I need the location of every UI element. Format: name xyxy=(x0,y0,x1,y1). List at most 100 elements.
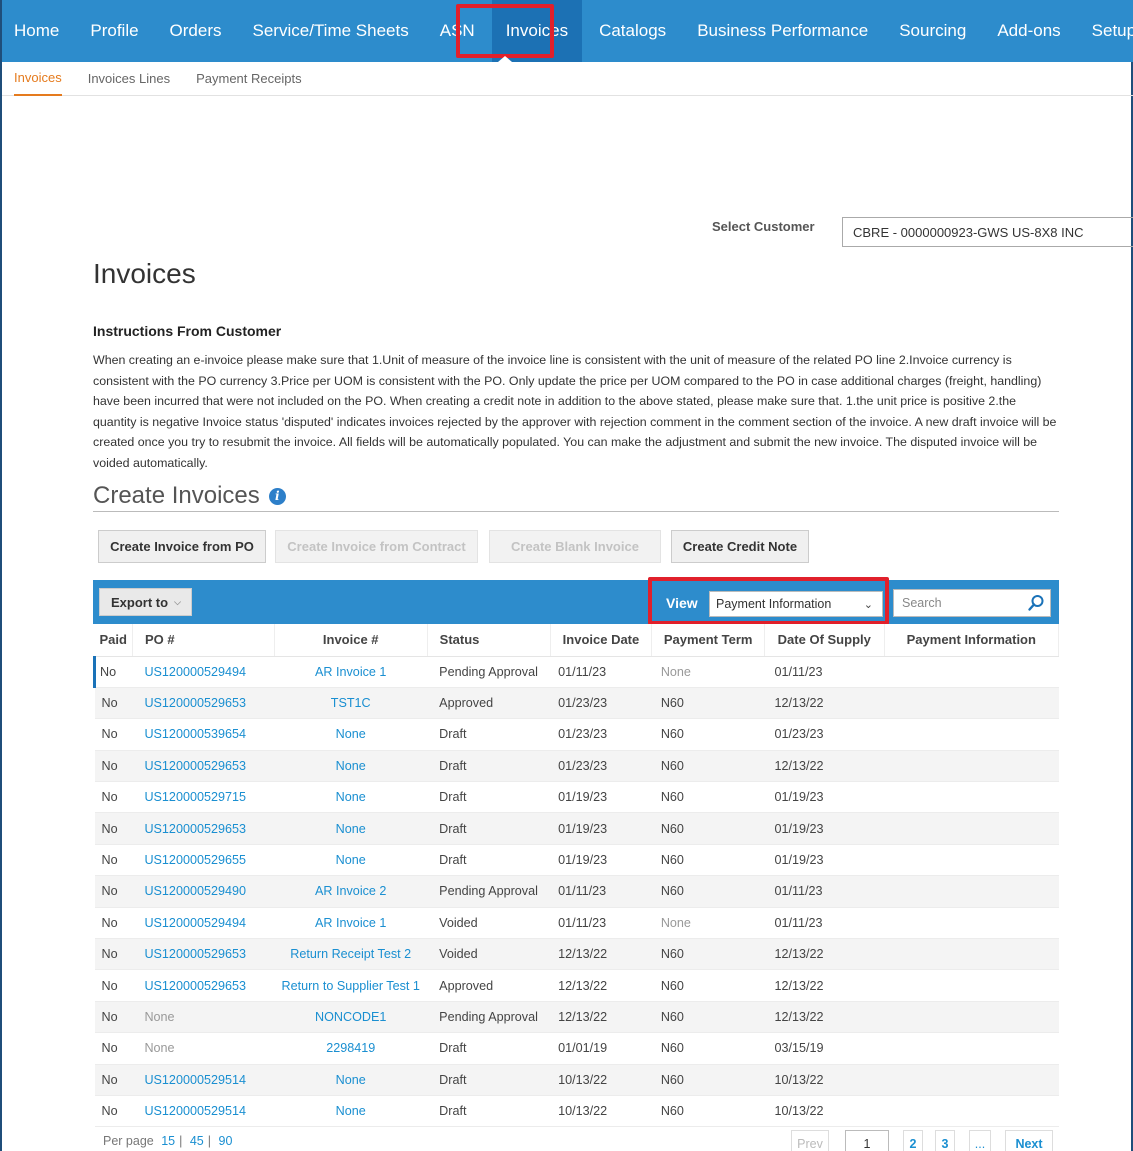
cell-po-number[interactable]: US120000529514 xyxy=(132,1095,275,1128)
table-row[interactable]: No US120000529653 Return Receipt Test 2 Voi… xyxy=(94,938,1059,971)
cell-invoice-number[interactable]: NONCODE1 xyxy=(274,1001,428,1034)
cell-po-number[interactable]: US120000529653 xyxy=(132,750,275,783)
subtab-payment-receipts[interactable]: Payment Receipts xyxy=(196,62,302,96)
column-header-invoice-date[interactable]: Invoice Date xyxy=(550,624,653,657)
cell-paid: No xyxy=(94,687,133,720)
column-header-status[interactable]: Status xyxy=(427,624,551,657)
cell-status: Approved xyxy=(427,687,551,720)
cell-po-number[interactable]: US120000529653 xyxy=(132,969,275,1002)
nav-profile[interactable]: Profile xyxy=(90,0,138,62)
cell-po-number[interactable]: US120000529655 xyxy=(132,844,275,877)
cell-invoice-number[interactable]: None xyxy=(274,812,428,845)
search-icon[interactable] xyxy=(1027,594,1045,612)
cell-po-number[interactable]: US120000529715 xyxy=(132,781,275,814)
next-page-button[interactable]: Next xyxy=(1005,1130,1053,1151)
cell-payment-information xyxy=(884,938,1059,971)
nav-setup[interactable]: Setup xyxy=(1092,0,1133,62)
table-row[interactable]: No US120000529655 None Draft 01/19/23 N60 01/1… xyxy=(94,844,1059,877)
cell-po-number[interactable]: US120000529494 xyxy=(132,907,275,940)
cell-invoice-number[interactable]: None xyxy=(274,781,428,814)
subtab-invoices-lines[interactable]: Invoices Lines xyxy=(88,62,170,96)
select-customer-label: Select Customer xyxy=(712,219,815,234)
nav-add-ons[interactable]: Add-ons xyxy=(997,0,1060,62)
cell-invoice-number[interactable]: None xyxy=(274,718,428,751)
cell-invoice-number[interactable]: Return Receipt Test 2 xyxy=(274,938,428,971)
cell-date-of-supply: 01/19/23 xyxy=(764,844,885,877)
create-invoice-from-po-button[interactable]: Create Invoice from PO xyxy=(98,530,266,563)
cell-invoice-number[interactable]: None xyxy=(274,750,428,783)
table-row[interactable]: No US120000529653 None Draft 01/19/23 N60 01/1… xyxy=(94,812,1059,845)
section-divider xyxy=(93,511,1059,512)
cell-invoice-number[interactable]: None xyxy=(274,1064,428,1096)
cell-payment-term: N60 xyxy=(651,875,765,908)
nav-business-performance[interactable]: Business Performance xyxy=(697,0,868,62)
cell-po-number[interactable]: US120000529490 xyxy=(132,875,275,908)
per-page-option-15[interactable]: 15 xyxy=(161,1134,175,1148)
cell-invoice-date: 01/19/23 xyxy=(550,781,652,814)
nav-sourcing[interactable]: Sourcing xyxy=(899,0,966,62)
table-row[interactable]: No US120000529715 None Draft 01/19/23 N60 01/1… xyxy=(94,781,1059,814)
cell-po-number[interactable]: US120000529514 xyxy=(132,1064,275,1096)
cell-paid: No xyxy=(93,656,133,688)
cell-po-number[interactable]: US120000539654 xyxy=(132,718,275,751)
page-3-link[interactable]: 3 xyxy=(935,1130,955,1151)
table-row[interactable]: No US120000529490 AR Invoice 2 Pending Appr… xyxy=(94,875,1059,908)
cell-invoice-number[interactable]: AR Invoice 1 xyxy=(274,907,428,940)
column-header-payment-information[interactable]: Payment Information xyxy=(884,624,1060,657)
cell-invoice-date: 01/23/23 xyxy=(550,687,652,720)
cell-invoice-number[interactable]: None xyxy=(274,1095,428,1128)
cell-payment-term: N60 xyxy=(651,844,765,877)
cell-invoice-number[interactable]: AR Invoice 2 xyxy=(274,875,428,908)
cell-po-number[interactable]: US120000529653 xyxy=(132,812,275,845)
prev-page-button[interactable]: Prev xyxy=(791,1130,829,1151)
nav-orders[interactable]: Orders xyxy=(170,0,222,62)
table-row[interactable]: No US120000529494 AR Invoice 1 Pending Appr… xyxy=(93,656,1059,688)
per-page-option-90[interactable]: 90 xyxy=(219,1134,233,1148)
sub-navigation: Invoices Invoices Lines Payment Receipts xyxy=(2,62,1133,96)
table-row[interactable]: No US120000529653 None Draft 01/23/23 N60 12/1… xyxy=(94,750,1059,783)
cell-date-of-supply: 12/13/22 xyxy=(764,687,885,720)
cell-date-of-supply: 10/13/22 xyxy=(764,1064,885,1096)
cell-payment-term: N60 xyxy=(651,1032,765,1065)
table-row[interactable]: No US120000529494 AR Invoice 1 Voided 01/11/… xyxy=(94,907,1059,940)
subtab-invoices[interactable]: Invoices xyxy=(14,62,62,96)
info-icon[interactable]: i xyxy=(268,487,286,505)
cell-po-number[interactable]: US120000529653 xyxy=(132,938,275,971)
nav-home[interactable]: Home xyxy=(14,0,59,62)
column-header-paid[interactable]: Paid xyxy=(94,624,133,657)
page-2-link[interactable]: 2 xyxy=(903,1130,923,1151)
cell-invoice-number[interactable]: AR Invoice 1 xyxy=(274,656,428,688)
table-row[interactable]: No US120000529653 TST1C Approved 01/23/23 N60… xyxy=(94,687,1059,720)
table-row[interactable]: No US120000529514 None Draft 10/13/22 N60 10/1… xyxy=(94,1095,1059,1128)
nav-catalogs[interactable]: Catalogs xyxy=(599,0,666,62)
view-select[interactable]: Payment Information ⌄ xyxy=(709,591,883,617)
cell-invoice-number[interactable]: None xyxy=(274,844,428,877)
cell-payment-information xyxy=(884,718,1059,751)
cell-po-number[interactable]: US120000529653 xyxy=(132,687,275,720)
table-row[interactable]: No US120000529653 Return to Supplier Test … xyxy=(94,969,1059,1002)
search-input[interactable]: Search xyxy=(893,589,1051,617)
cell-po-number[interactable]: US120000529494 xyxy=(132,656,275,688)
table-row[interactable]: No US120000529514 None Draft 10/13/22 N60 10/1… xyxy=(94,1064,1059,1096)
cell-invoice-number[interactable]: 2298419 xyxy=(274,1032,428,1065)
table-row[interactable]: No US120000539654 None Draft 01/23/23 N60 01/2… xyxy=(94,718,1059,751)
cell-invoice-number[interactable]: TST1C xyxy=(274,687,428,720)
nav-service-time-sheets[interactable]: Service/Time Sheets xyxy=(253,0,409,62)
cell-invoice-number[interactable]: Return to Supplier Test 1 xyxy=(274,969,428,1002)
cell-date-of-supply: 12/13/22 xyxy=(764,969,885,1002)
column-header-payment-term[interactable]: Payment Term xyxy=(651,624,765,657)
create-credit-note-button[interactable]: Create Credit Note xyxy=(671,530,809,563)
column-header-date-of-supply[interactable]: Date Of Supply xyxy=(764,624,885,657)
customer-select[interactable]: CBRE - 0000000923-GWS US-8X8 INC xyxy=(842,217,1133,247)
column-header-invoice-number[interactable]: Invoice # xyxy=(274,624,428,657)
column-header-po-number[interactable]: PO # xyxy=(132,624,275,657)
export-to-button[interactable]: Export to ⌵ xyxy=(99,588,192,616)
table-row[interactable]: No None 2298419 Draft 01/01/19 N60 03/15/19 xyxy=(94,1032,1059,1065)
page-number-input[interactable]: 1 xyxy=(845,1130,889,1151)
cell-invoice-date: 01/19/23 xyxy=(550,844,652,877)
per-page-option-45[interactable]: 45 xyxy=(190,1134,204,1148)
cell-date-of-supply: 10/13/22 xyxy=(764,1095,885,1128)
cell-payment-term: N60 xyxy=(651,750,765,783)
table-row[interactable]: No None NONCODE1 Pending Approval 12/13/22 N6… xyxy=(94,1001,1059,1034)
more-pages-ellipsis[interactable]: ... xyxy=(969,1130,991,1151)
